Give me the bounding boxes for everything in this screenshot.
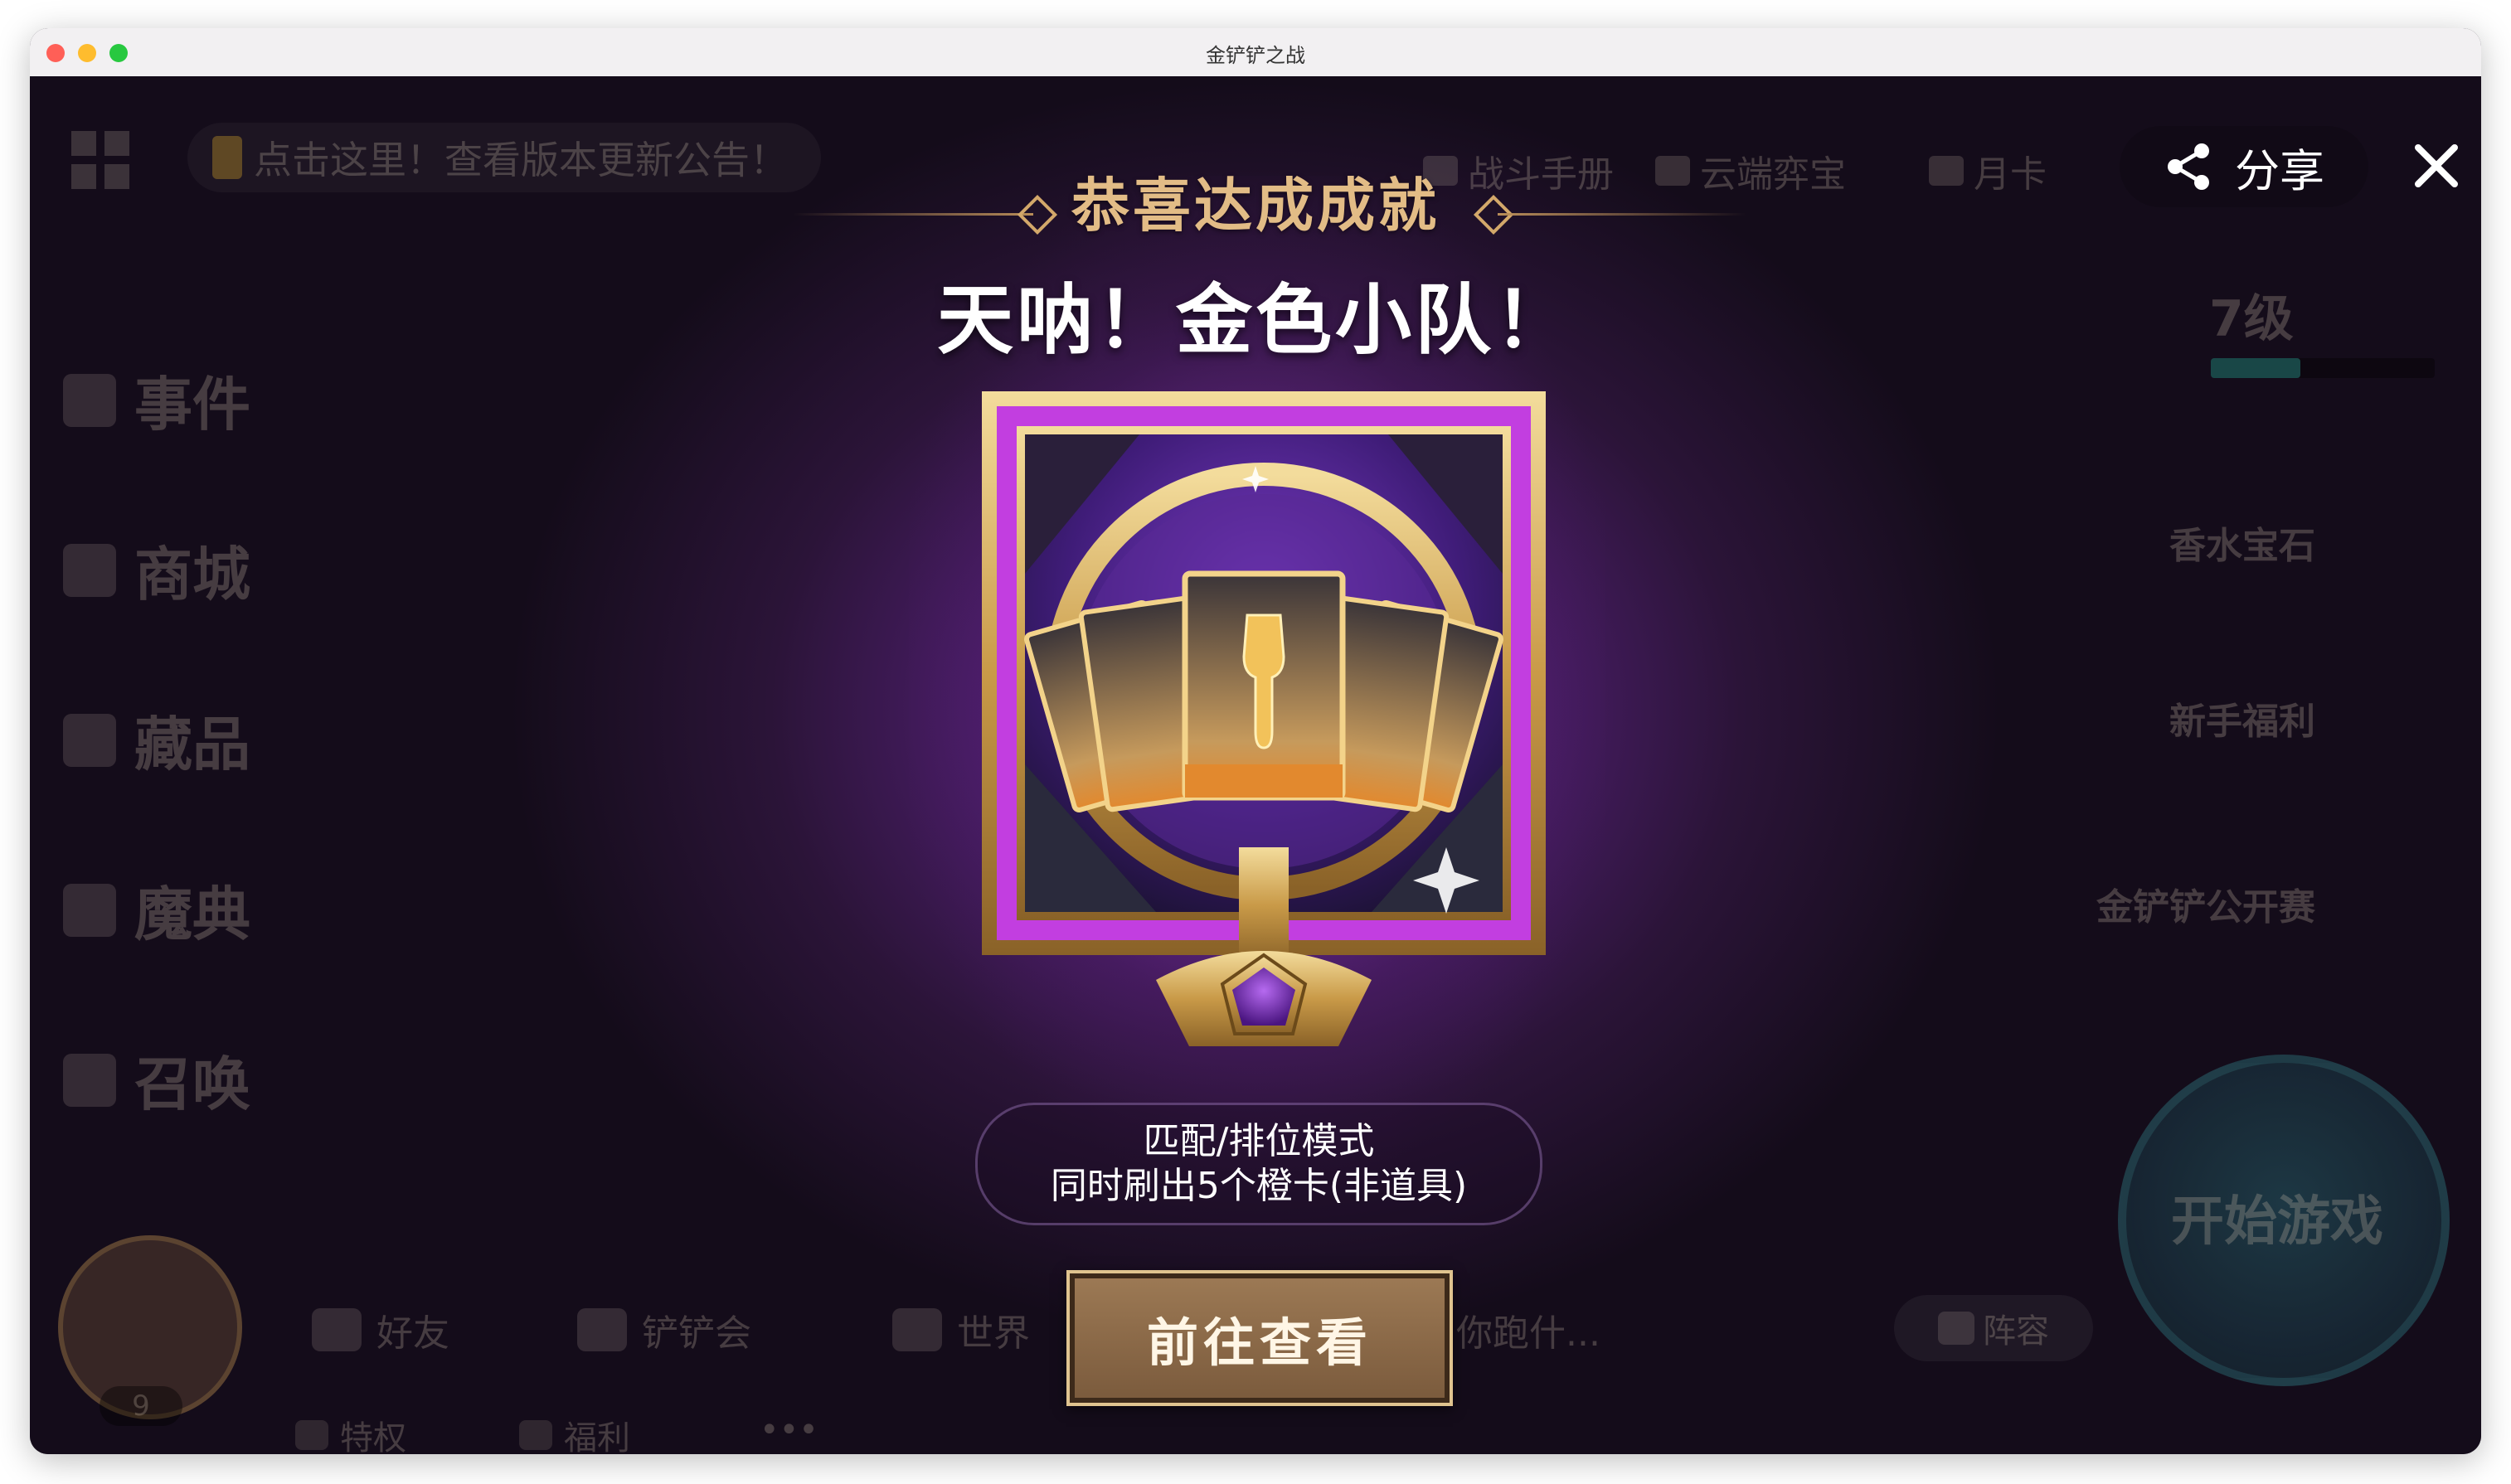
bottom-nav-world-chat: 世界	[892, 1303, 1030, 1356]
side-menu-events: 事件	[63, 358, 250, 442]
chat-icon	[892, 1308, 942, 1351]
side-menu-collection-label: 藏品	[134, 710, 250, 778]
card-fan	[1024, 570, 1503, 812]
lineup-label: 阵容	[1983, 1312, 2049, 1351]
menu-perfume-gem: 香水宝石	[2169, 525, 2315, 567]
flag-icon	[63, 373, 116, 427]
more-dots: •••	[760, 1411, 818, 1449]
lineup-icon	[1938, 1312, 1974, 1345]
bottom-nav-world-label: 世界	[957, 1312, 1030, 1355]
share-icon	[2168, 143, 2209, 190]
side-menu-shop: 商城	[63, 528, 250, 612]
achievement-description: 匹配/排位模式 同时刷出5个橙卡(非道具)	[975, 1103, 1542, 1225]
side-menu-codex-label: 魔典	[134, 880, 250, 948]
friends-icon	[312, 1308, 362, 1351]
shield-icon	[63, 883, 116, 937]
club-icon	[577, 1308, 627, 1351]
bottom-nav-friends: 好友	[312, 1303, 449, 1356]
game-viewport: 点击这里！查看版本更新公告！ 战斗手册 云端弈宝 月卡 事件 商城 藏品 魔典 …	[30, 76, 2481, 1454]
privilege-icon	[295, 1420, 328, 1450]
description-line-2: 同时刷出5个橙卡(非道具)	[1050, 1165, 1468, 1207]
menu-newbie-rewards: 新手福利	[2169, 701, 2315, 743]
menu-open-tournament: 金铲铲公开赛	[2096, 886, 2315, 929]
bottom-privilege-label: 特权	[340, 1419, 406, 1454]
side-menu-codex: 魔典	[63, 868, 250, 952]
window-title: 金铲铲之战	[1206, 44, 1305, 67]
coins-icon	[63, 543, 116, 597]
side-menu-collection: 藏品	[63, 698, 250, 782]
start-game-label: 开始游戏	[2171, 1191, 2383, 1253]
avatar-level-badge: 9	[100, 1386, 182, 1426]
chat-preview: 你跑什...	[1456, 1303, 1600, 1356]
share-label: 分享	[2235, 144, 2324, 197]
achievement-title: 天呐！金色小队！	[936, 276, 1574, 365]
side-menu-summon: 召唤	[63, 1038, 250, 1122]
bottom-nav-friends-label: 好友	[376, 1312, 449, 1355]
side-menu-summon-label: 召唤	[134, 1050, 250, 1118]
side-menu-shop-label: 商城	[134, 541, 250, 609]
bottom-nav-club-label: 铲铲会	[642, 1312, 751, 1355]
cat-icon	[63, 713, 116, 767]
side-menu-events-label: 事件	[134, 371, 250, 439]
go-view-button[interactable]: 前往查看	[1066, 1270, 1453, 1406]
title-bar: 金铲铲之战	[30, 28, 2481, 77]
lineup-button: 阵容	[1894, 1295, 2093, 1361]
bottom-nav-club: 铲铲会	[577, 1303, 751, 1356]
share-button[interactable]: 分享	[2120, 126, 2368, 207]
description-line-1: 匹配/排位模式	[1143, 1120, 1375, 1162]
bottom-privilege: 特权	[295, 1411, 406, 1454]
close-icon[interactable]	[2403, 133, 2470, 199]
achievement-emblem	[982, 391, 1546, 1046]
modal-header-text: 恭喜达成成就	[1071, 172, 1440, 240]
bottom-welfare-label: 福利	[564, 1419, 630, 1454]
welfare-icon	[519, 1420, 552, 1450]
bottom-more: •••	[760, 1411, 818, 1449]
summon-icon	[63, 1053, 116, 1107]
chat-preview-text: 你跑什...	[1456, 1312, 1600, 1355]
app-window: 金铲铲之战 点击这里！查看版本更新公告！ 战斗手册 云端弈宝 月卡 事件 商城 …	[30, 28, 2481, 1454]
bottom-welfare: 福利	[519, 1411, 630, 1454]
